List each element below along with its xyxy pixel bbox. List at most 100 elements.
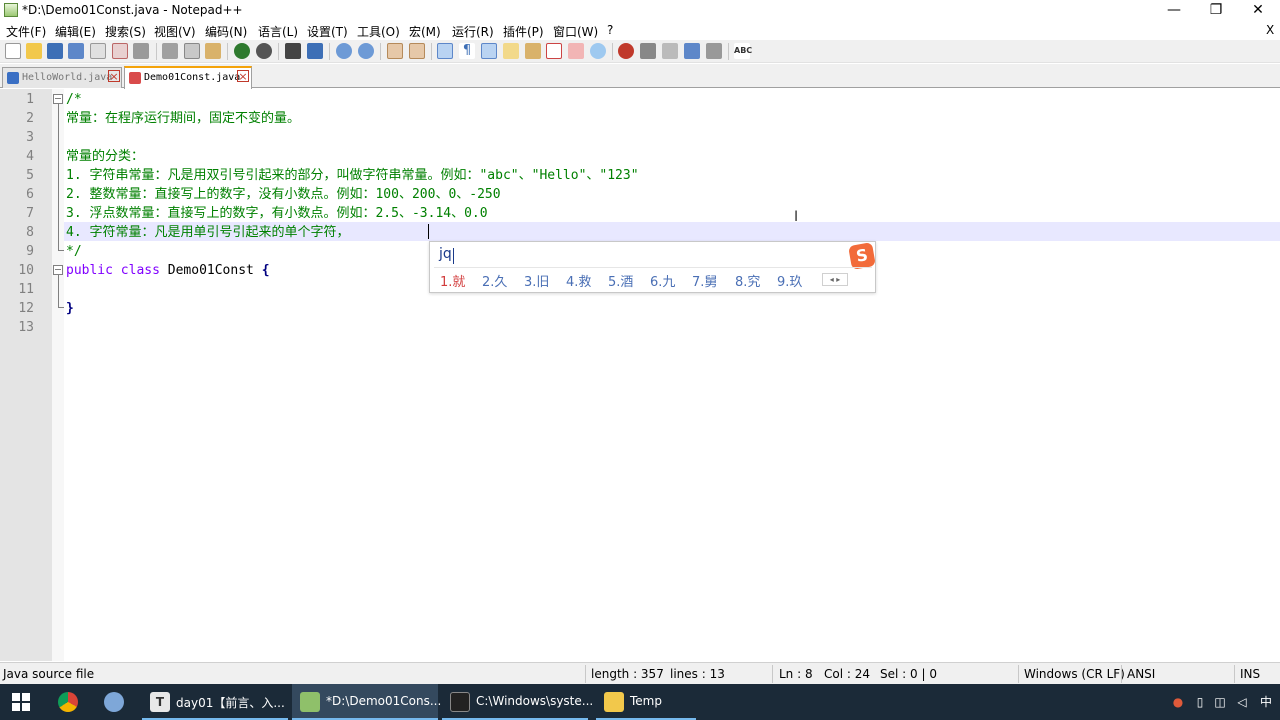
line-number: 11: [18, 282, 34, 297]
status-file-type: Java source file: [3, 667, 95, 681]
zoom-out-icon[interactable]: [358, 43, 374, 59]
ime-candidate-window[interactable]: jq S 1.就 2.久 3.旧 4.救 5.酒 6.九 7.舅 8.究 9.玖…: [429, 241, 876, 293]
taskbar-explorer-temp[interactable]: Temp: [596, 684, 696, 720]
taskbar-notepadpp[interactable]: *D:\Demo01Cons...: [292, 684, 441, 720]
menu-macro[interactable]: 宏(M): [409, 23, 441, 40]
replace-icon[interactable]: [307, 43, 323, 59]
menu-run[interactable]: 运行(R): [452, 23, 494, 40]
tab-close-icon[interactable]: ×: [108, 70, 120, 83]
language-icon[interactable]: [503, 43, 519, 59]
status-separator: [1018, 665, 1019, 683]
status-line: Ln : 8: [779, 667, 813, 681]
minimize-button[interactable]: —: [1152, 0, 1196, 20]
line-number: 3: [26, 130, 34, 145]
battery-icon[interactable]: ▯: [1192, 694, 1208, 710]
status-encoding[interactable]: ANSI: [1127, 667, 1155, 681]
new-file-icon[interactable]: [5, 43, 21, 59]
play-macro-icon[interactable]: [662, 43, 678, 59]
ime-page-arrows-icon[interactable]: ◂ ▸: [822, 273, 848, 286]
close-document-button[interactable]: X: [1266, 23, 1274, 37]
menu-settings[interactable]: 设置(T): [307, 23, 348, 40]
fold-toggle-icon[interactable]: [53, 94, 63, 104]
brace: {: [261, 263, 270, 278]
close-all-icon[interactable]: [112, 43, 128, 59]
run-macro-multiple-icon[interactable]: [684, 43, 700, 59]
record-macro-icon[interactable]: [618, 43, 634, 59]
sync-vertical-icon[interactable]: [387, 43, 403, 59]
fold-toggle-icon[interactable]: [53, 265, 63, 275]
paste-icon[interactable]: [205, 43, 221, 59]
redo-icon[interactable]: [256, 43, 272, 59]
status-eol[interactable]: Windows (CR LF): [1024, 667, 1125, 681]
taskbar-cmd[interactable]: C:\Windows\syste...: [442, 684, 593, 720]
show-all-characters-icon[interactable]: ¶: [459, 43, 475, 59]
save-icon[interactable]: [47, 43, 63, 59]
ime-candidate[interactable]: 2.久: [482, 271, 507, 290]
line-number: 13: [18, 320, 34, 335]
restore-button[interactable]: ❐: [1194, 0, 1238, 20]
word-wrap-icon[interactable]: [437, 43, 453, 59]
ime-candidate[interactable]: 3.旧: [524, 271, 549, 290]
sync-horizontal-icon[interactable]: [409, 43, 425, 59]
tab-demo01const[interactable]: Demo01Const.java ×: [124, 66, 252, 89]
menu-search[interactable]: 搜索(S): [105, 23, 146, 40]
undo-icon[interactable]: [234, 43, 250, 59]
zoom-in-icon[interactable]: [336, 43, 352, 59]
typora-icon: T: [150, 692, 170, 712]
menu-plugins[interactable]: 插件(P): [503, 23, 544, 40]
ime-candidate[interactable]: 9.玖: [777, 271, 802, 290]
network-icon[interactable]: ◫: [1212, 694, 1228, 710]
function-list-icon[interactable]: [546, 43, 562, 59]
ime-candidate[interactable]: 5.酒: [608, 271, 633, 290]
ime-candidate[interactable]: 4.救: [566, 271, 591, 290]
editor-area[interactable]: 1 2 3 4 5 6 7 8 9 10 11 12 13 /* 常量：在程序运…: [0, 89, 1280, 661]
tray-app-icon[interactable]: ●: [1170, 694, 1186, 710]
menu-language[interactable]: 语言(L): [258, 23, 298, 40]
window-title: *D:\Demo01Const.java - Notepad++: [22, 3, 243, 17]
ime-candidate[interactable]: 1.就: [440, 271, 465, 290]
menu-encoding[interactable]: 编码(N): [205, 23, 247, 40]
ime-candidate[interactable]: 8.究: [735, 271, 760, 290]
text-caret: [428, 224, 429, 239]
code-line: 3. 浮点数常量：直接写上的数字，有小数点。例如：2.5、-3.14、0.0: [66, 206, 488, 221]
save-all-icon[interactable]: [68, 43, 84, 59]
windows-taskbar: T day01【前言、入... *D:\Demo01Cons... C:\Win…: [0, 684, 1280, 720]
menu-window[interactable]: 窗口(W): [553, 23, 598, 40]
folder-workspace-icon[interactable]: [525, 43, 541, 59]
tab-close-icon[interactable]: ×: [237, 70, 249, 83]
sogou-logo-icon[interactable]: S: [848, 242, 876, 270]
windows-start-icon[interactable]: [12, 693, 30, 711]
class-name: Demo01Const: [167, 263, 254, 278]
save-macro-icon[interactable]: [706, 43, 722, 59]
document-map-icon[interactable]: [568, 43, 584, 59]
stop-macro-icon[interactable]: [640, 43, 656, 59]
volume-icon[interactable]: ◁: [1234, 694, 1250, 710]
print-icon[interactable]: [133, 43, 149, 59]
close-button[interactable]: ✕: [1236, 0, 1280, 20]
status-insert-mode: INS: [1240, 667, 1261, 681]
menu-tools[interactable]: 工具(O): [357, 23, 400, 40]
tab-helloworld[interactable]: HelloWorld.java ×: [2, 67, 122, 88]
close-file-icon[interactable]: [90, 43, 106, 59]
menu-help[interactable]: ?: [607, 23, 613, 37]
taskbar-tool[interactable]: [96, 684, 136, 720]
cut-icon[interactable]: [162, 43, 178, 59]
ibeam-cursor-icon: I: [794, 209, 799, 225]
find-icon[interactable]: [285, 43, 301, 59]
ime-candidate[interactable]: 7.舅: [692, 271, 717, 290]
open-file-icon[interactable]: [26, 43, 42, 59]
menu-file[interactable]: 文件(F): [6, 23, 46, 40]
indent-guide-icon[interactable]: [481, 43, 497, 59]
ime-candidate[interactable]: 6.九: [650, 271, 675, 290]
toolbar-separator: [728, 43, 729, 60]
input-language-indicator[interactable]: 中: [1258, 694, 1274, 710]
taskbar-typora[interactable]: T day01【前言、入...: [142, 684, 288, 720]
menu-edit[interactable]: 编辑(E): [55, 23, 96, 40]
monitoring-icon[interactable]: [590, 43, 606, 59]
taskbar-chrome[interactable]: [50, 684, 90, 720]
toolbar-separator: [612, 43, 613, 60]
copy-icon[interactable]: [184, 43, 200, 59]
menu-view[interactable]: 视图(V): [154, 23, 196, 40]
code-line: }: [66, 299, 74, 318]
spell-check-icon[interactable]: ABC: [734, 43, 752, 59]
